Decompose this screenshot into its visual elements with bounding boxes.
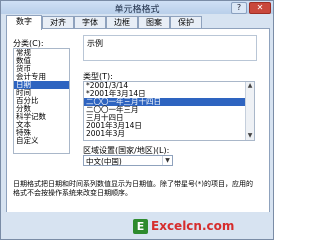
category-item[interactable]: 自定义 bbox=[14, 137, 69, 145]
type-list-scrollbar[interactable]: ▲ ▼ bbox=[245, 82, 254, 140]
title-bar[interactable]: 单元格格式 ? ✕ bbox=[1, 1, 273, 15]
tab-number[interactable]: 数字 bbox=[6, 15, 42, 30]
watermark-logo-icon: E bbox=[133, 218, 148, 234]
locale-value: 中文(中国) bbox=[86, 157, 122, 166]
sample-label: 示例 bbox=[87, 39, 103, 48]
watermark-text: Excelcn.com bbox=[151, 219, 235, 233]
format-cells-dialog: 单元格格式 ? ✕ 数字 对齐 字体 边框 图案 保护 分类(C): 常规 数值… bbox=[0, 0, 274, 240]
scroll-down-icon[interactable]: ▼ bbox=[246, 132, 254, 140]
tab-bar: 数字 对齐 字体 边框 图案 保护 bbox=[6, 15, 268, 30]
locale-select[interactable]: 中文(中国) ▼ bbox=[83, 155, 173, 166]
site-watermark: E Excelcn.com bbox=[133, 218, 234, 234]
format-description: 日期格式把日期和时间系列数值显示为日期值。除了带星号(*)的项目，应用的格式不会… bbox=[13, 180, 253, 197]
close-button[interactable]: ✕ bbox=[249, 2, 271, 14]
help-button[interactable]: ? bbox=[231, 2, 247, 14]
type-list[interactable]: *2001/3/14 *2001年3月14日 二〇〇一年三月十四日 二〇〇一年三… bbox=[83, 81, 255, 141]
category-list[interactable]: 常规 数值 货币 会计专用 日期 时间 百分比 分数 科学记数 文本 特殊 自定… bbox=[13, 48, 70, 154]
number-tab-panel: 分类(C): 常规 数值 货币 会计专用 日期 时间 百分比 分数 科学记数 文… bbox=[6, 28, 270, 213]
sample-group: 示例 bbox=[83, 35, 257, 61]
type-item[interactable]: 2001年3月 bbox=[84, 130, 254, 138]
dialog-footer: E Excelcn.com bbox=[1, 212, 273, 239]
chevron-down-icon[interactable]: ▼ bbox=[162, 156, 172, 165]
scroll-up-icon[interactable]: ▲ bbox=[246, 82, 254, 90]
